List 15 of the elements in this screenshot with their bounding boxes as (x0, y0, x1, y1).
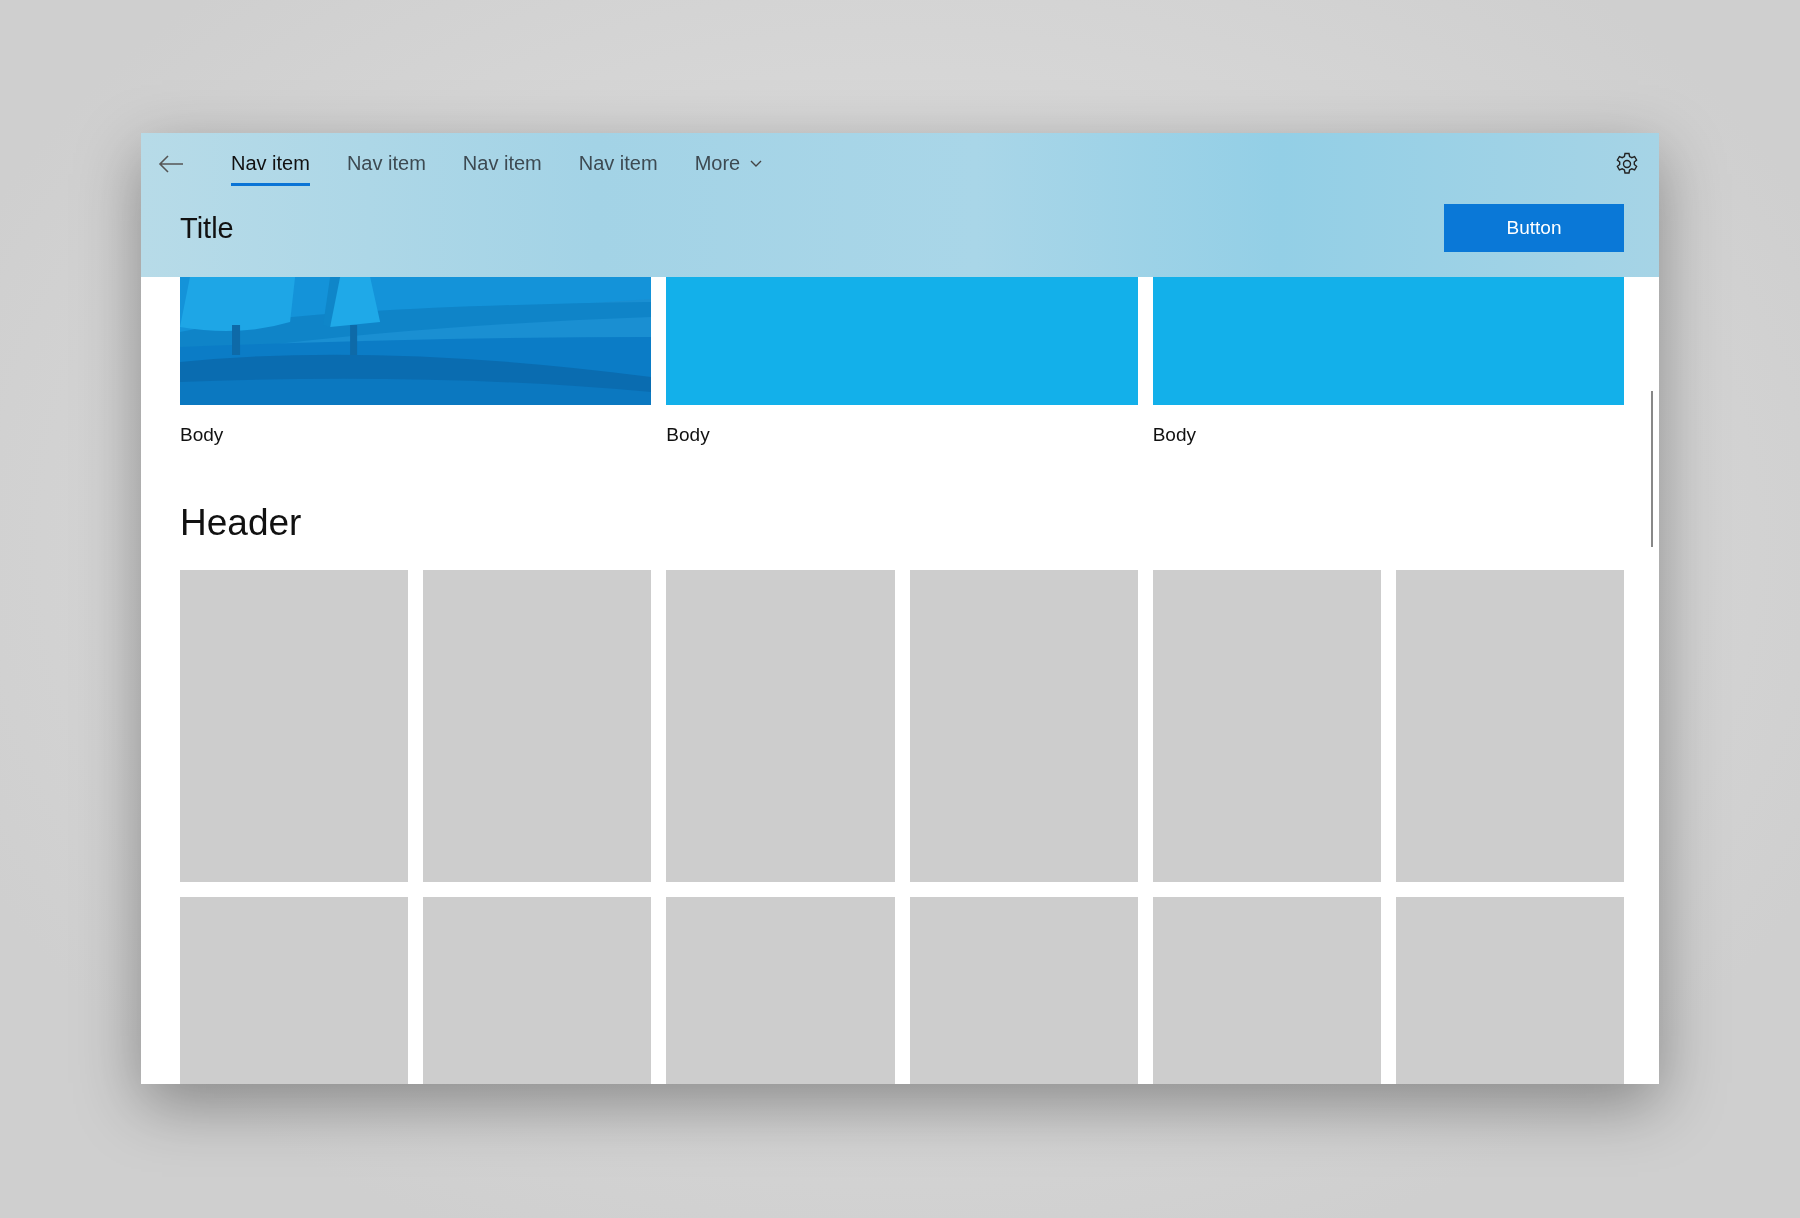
nav-tab[interactable]: Nav item (578, 142, 658, 186)
nav-tab[interactable]: Nav item (462, 142, 542, 186)
settings-icon[interactable] (1615, 152, 1639, 176)
card-body: Body (666, 424, 710, 446)
scrollbar-thumb[interactable] (1651, 391, 1653, 547)
back-arrow-icon[interactable] (158, 154, 184, 174)
nav-tab[interactable]: Nav item (346, 142, 426, 186)
page-title: Title (180, 211, 234, 245)
card-body: Body (1152, 424, 1196, 446)
nav-tab[interactable]: Nav item (231, 142, 310, 186)
section-header: Header (180, 502, 302, 544)
chevron-down-icon (750, 159, 763, 168)
card-body: Body (180, 424, 224, 446)
more-menu[interactable]: More (694, 142, 763, 186)
primary-button[interactable]: Button (1444, 204, 1624, 252)
